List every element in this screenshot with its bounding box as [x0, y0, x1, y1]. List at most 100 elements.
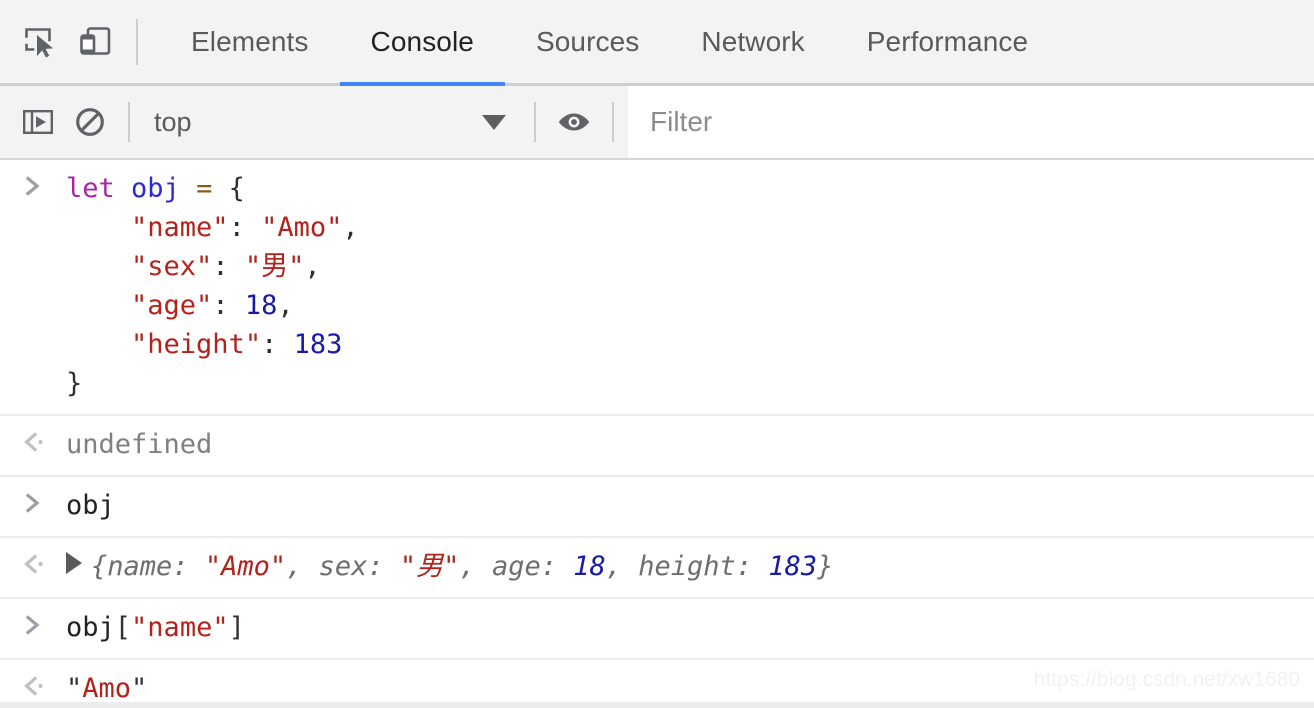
console-sidebar-toggle-icon[interactable]	[12, 96, 64, 148]
tab-performance[interactable]: Performance	[836, 0, 1059, 83]
panel-tabs: Elements Console Sources Network Perform…	[160, 0, 1059, 86]
console-toolbar-icon-group	[0, 96, 142, 148]
code-token: :	[540, 551, 574, 582]
code-token: 18	[573, 551, 606, 582]
tabbar-divider	[136, 18, 138, 65]
execution-context-selector[interactable]: top	[142, 96, 522, 148]
code-token: :	[367, 551, 400, 582]
code-token: age	[491, 551, 541, 582]
code-token: ,	[342, 212, 359, 243]
tab-console-label: Console	[370, 25, 474, 57]
code-token: "name"	[131, 612, 229, 643]
tab-elements[interactable]: Elements	[160, 0, 340, 83]
code-token: 183	[293, 329, 343, 360]
console-toolbar-divider-3	[612, 102, 614, 142]
code-token: "Amo"	[204, 551, 287, 582]
console-bottom-strip	[0, 702, 1314, 708]
execution-context-value: top	[154, 106, 192, 137]
console-row-text: obj	[66, 477, 1314, 536]
result-chevron-icon	[0, 538, 66, 578]
devtools-tabbar: Elements Console Sources Network Perform…	[0, 0, 1314, 86]
console-row-text: {name: "Amo", sex: "男", age: 18, height:…	[66, 538, 1314, 597]
console-input-row[interactable]: let obj = { "name": "Amo", "sex": "男", "…	[0, 160, 1314, 416]
code-token: ,	[277, 290, 294, 321]
console-input-row[interactable]: obj	[0, 477, 1314, 538]
code-token: ,	[286, 551, 319, 582]
console-toolbar: top	[0, 86, 1314, 160]
code-token: "sex"	[131, 251, 213, 282]
tab-performance-label: Performance	[866, 25, 1029, 57]
code-token: name	[107, 551, 173, 582]
expand-object-triangle-icon[interactable]	[66, 552, 82, 574]
code-token: obj	[66, 612, 115, 643]
console-toolbar-divider-1	[128, 102, 130, 142]
code-token: "	[131, 673, 148, 704]
prompt-chevron-icon	[0, 599, 66, 639]
code-token: {	[91, 551, 108, 582]
device-toolbar-icon[interactable]	[68, 15, 122, 69]
code-token: let	[66, 173, 115, 204]
code-token: :	[172, 551, 205, 582]
code-token: 183	[768, 551, 818, 582]
devtools-window: Elements Console Sources Network Perform…	[0, 0, 1314, 708]
code-token: 18	[244, 290, 278, 321]
code-token: ]	[228, 612, 245, 643]
clear-console-icon[interactable]	[64, 96, 116, 148]
inspect-element-icon[interactable]	[14, 15, 68, 69]
console-input-row[interactable]: obj["name"]	[0, 599, 1314, 660]
chevron-down-icon	[482, 114, 506, 130]
console-message-list[interactable]: let obj = { "name": "Amo", "sex": "男", "…	[0, 160, 1314, 708]
code-token: obj	[66, 490, 115, 521]
code-token: "Amo"	[261, 212, 343, 243]
code-token: Amo	[82, 673, 132, 704]
result-chevron-icon	[0, 416, 66, 456]
console-row-text: undefined	[66, 416, 1314, 475]
result-chevron-icon	[0, 660, 66, 700]
console-toolbar-divider-2	[534, 102, 536, 142]
tab-network[interactable]: Network	[670, 0, 835, 83]
console-output-row[interactable]: "Amo"	[0, 660, 1314, 708]
code-token: sex	[318, 551, 368, 582]
code-token: ,	[605, 551, 639, 582]
console-row-text: "Amo"	[66, 660, 1314, 708]
code-token: ,	[459, 551, 492, 582]
code-token: :	[212, 251, 245, 282]
code-token: ,	[304, 251, 321, 282]
code-token: :	[212, 290, 245, 321]
code-token: "age"	[131, 290, 213, 321]
code-token: "height"	[131, 329, 262, 360]
console-row-text: obj["name"]	[66, 599, 1314, 658]
code-token: :	[228, 212, 262, 243]
tab-sources-label: Sources	[535, 25, 640, 57]
console-output-row[interactable]: {name: "Amo", sex: "男", age: 18, height:…	[0, 538, 1314, 599]
tab-network-label: Network	[701, 25, 805, 57]
tab-elements-label: Elements	[191, 25, 309, 57]
live-expression-eye-icon[interactable]	[548, 96, 600, 148]
tab-console[interactable]: Console	[339, 0, 506, 86]
tab-sources[interactable]: Sources	[505, 0, 670, 83]
prompt-chevron-icon	[0, 477, 66, 517]
console-output-row[interactable]: undefined	[0, 416, 1314, 477]
tabbar-icon-group	[0, 0, 152, 83]
code-token: [	[114, 612, 132, 643]
filter-input[interactable]	[628, 86, 1314, 158]
code-token: "	[66, 673, 83, 704]
prompt-chevron-icon	[0, 160, 66, 200]
code-token: "男"	[399, 551, 460, 582]
code-token: obj	[131, 173, 180, 204]
code-token: {	[228, 173, 245, 204]
code-token: undefined	[66, 429, 213, 460]
code-token: height	[638, 551, 736, 582]
code-token: =	[196, 173, 213, 204]
filter-field-wrap	[628, 86, 1314, 158]
code-token: }	[817, 551, 834, 582]
code-token: }	[66, 368, 83, 399]
console-row-text: let obj = { "name": "Amo", "sex": "男", "…	[66, 160, 1314, 414]
code-token: "name"	[131, 212, 229, 243]
